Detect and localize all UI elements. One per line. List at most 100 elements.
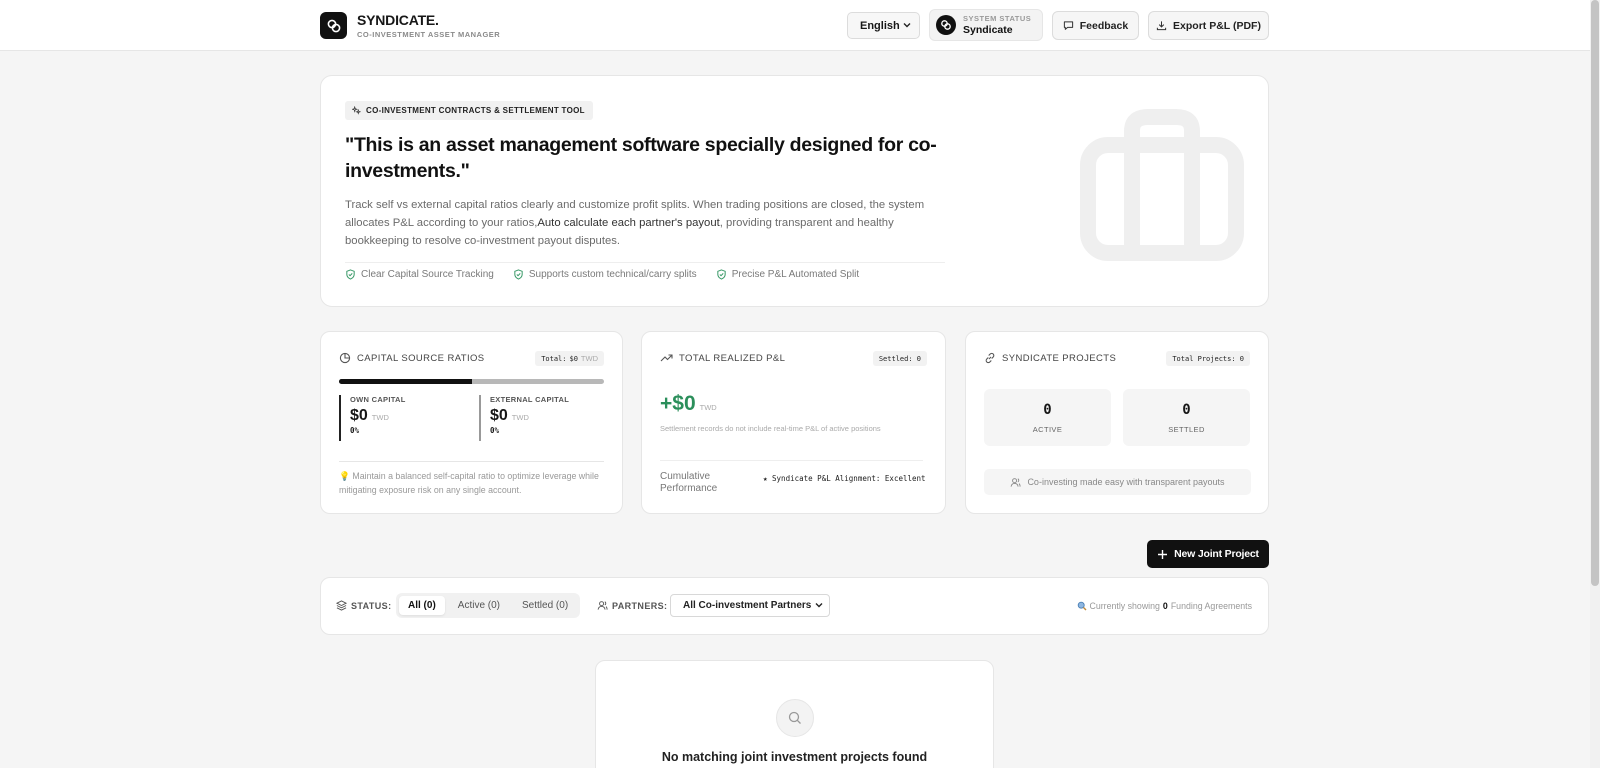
new-joint-project-button[interactable]: New Joint Project [1147, 540, 1269, 568]
card-title: TOTAL REALIZED P&L [660, 352, 785, 364]
users-icon [597, 601, 608, 610]
active-label: ACTIVE [1032, 425, 1063, 434]
briefcase-icon [1080, 109, 1244, 261]
pnl-value: +$0 TWD [660, 392, 717, 416]
external-capital-label: EXTERNAL CAPITAL [490, 395, 570, 404]
external-capital-pct: 0% [490, 426, 500, 435]
active-count: 0 [1043, 402, 1052, 418]
showing-count: Currently showing 0 Funding Agreements [1077, 601, 1252, 611]
trending-up-icon [660, 354, 673, 362]
brand-name: SYNDICATE. [357, 12, 439, 28]
scrollbar-thumb[interactable] [1591, 0, 1599, 586]
filter-bar: STATUS: All (0) Active (0) Settled (0) P… [320, 577, 1269, 635]
pnl-note: Settlement records do not include real-t… [660, 424, 881, 433]
feature-label: Precise P&L Automated Split [731, 269, 860, 280]
partner-select[interactable]: All Co-investment Partners [670, 594, 830, 617]
pnl-unit: TWD [699, 403, 717, 412]
external-capital: EXTERNAL CAPITAL $0 TWD 0% [479, 395, 569, 441]
own-capital-label: OWN CAPITAL [350, 395, 406, 404]
language-select[interactable]: English [847, 12, 920, 39]
external-capital-value: $0 [490, 407, 508, 424]
total-unit: TWD [580, 354, 598, 363]
feature-item: Clear Capital Source Tracking [345, 269, 494, 280]
tab-all[interactable]: All (0) [399, 596, 445, 615]
chevron-down-icon [903, 23, 911, 28]
language-value: English [860, 19, 900, 32]
hero-features: Clear Capital Source Tracking Supports c… [345, 269, 859, 280]
projects-title: SYNDICATE PROJECTS [1002, 352, 1117, 364]
syndicate-projects-card: SYNDICATE PROJECTS Total Projects: 0 0 A… [965, 331, 1269, 514]
hero-panel: CO-INVESTMENT CONTRACTS & SETTLEMENT TOO… [320, 75, 1269, 307]
feature-label: Supports custom technical/carry splits [528, 269, 697, 280]
plus-icon [1158, 549, 1168, 559]
performance-label: Cumulative Performance [660, 471, 718, 494]
shield-check-icon [717, 269, 726, 280]
own-capital: OWN CAPITAL $0 TWD 0% [339, 395, 406, 441]
system-status: SYSTEM STATUS Syndicate [929, 9, 1043, 41]
export-pdf-button[interactable]: Export P&L (PDF) [1148, 11, 1269, 40]
total-value: $0 [569, 354, 578, 363]
hero-description: Track self vs external capital ratios cl… [345, 196, 945, 250]
pie-chart-icon [339, 352, 351, 364]
settled-label: SETTLED [1168, 425, 1205, 434]
layers-icon [336, 600, 347, 611]
scrollbar[interactable] [1590, 0, 1600, 768]
chevron-down-icon [815, 603, 823, 608]
export-label: Export P&L (PDF) [1173, 19, 1261, 32]
total-label: Total: [541, 354, 567, 363]
empty-state: No matching joint investment projects fo… [595, 660, 994, 768]
settled-pill: Settled: 0 [872, 351, 927, 366]
partners-label-text: PARTNERS: [612, 600, 668, 611]
shield-check-icon [514, 269, 523, 280]
projects-footer: Co-investing made easy with transparent … [984, 469, 1251, 495]
search-icon [776, 699, 814, 737]
hero-badge: CO-INVESTMENT CONTRACTS & SETTLEMENT TOO… [345, 101, 593, 120]
divider [345, 262, 945, 263]
sparkle-icon [352, 106, 361, 115]
divider [339, 461, 604, 462]
showing-prefix: Currently showing [1089, 601, 1160, 611]
hero-title: "This is an asset management software sp… [345, 134, 937, 182]
total-projects-pill: Total Projects: 0 [1166, 351, 1250, 366]
system-status-value: Syndicate [963, 24, 1013, 36]
capital-tip: 💡 Maintain a balanced self-capital ratio… [339, 471, 599, 495]
status-filter-label: STATUS: [336, 600, 391, 611]
brand[interactable]: SYNDICATE. CO-INVESTMENT ASSET MANAGER [320, 12, 500, 39]
capital-ratio-fill [339, 379, 472, 384]
search-icon [1077, 601, 1086, 611]
status-label-text: STATUS: [351, 600, 392, 611]
hero-badge-text: CO-INVESTMENT CONTRACTS & SETTLEMENT TOO… [366, 106, 585, 115]
divider [660, 460, 923, 461]
shield-check-icon [346, 269, 355, 280]
capital-ratio-bar [339, 379, 604, 384]
link-logo-icon [320, 12, 347, 39]
pnl-amount: +$0 [660, 392, 696, 415]
partners-filter-label: PARTNERS: [597, 600, 667, 611]
active-stat: 0 ACTIVE [984, 389, 1111, 446]
own-capital-pct: 0% [350, 426, 360, 435]
performance-value: ★ Syndicate P&L Alignment: Excellent [763, 474, 926, 483]
new-project-label: New Joint Project [1174, 548, 1259, 560]
system-status-label: SYSTEM STATUS [963, 14, 1032, 23]
link-icon [985, 352, 995, 364]
message-icon [1063, 21, 1073, 30]
own-capital-value: $0 [350, 407, 368, 424]
total-pill: Total: $0 TWD [535, 351, 604, 366]
own-capital-unit: TWD [371, 413, 389, 422]
partner-select-value: All Co-investment Partners [683, 600, 812, 611]
showing-suffix: Funding Agreements [1170, 601, 1252, 611]
brand-subtitle: CO-INVESTMENT ASSET MANAGER [357, 30, 501, 39]
tab-active[interactable]: Active (0) [449, 596, 509, 615]
feature-item: Precise P&L Automated Split [716, 269, 859, 280]
feature-label: Clear Capital Source Tracking [361, 269, 494, 280]
feedback-button[interactable]: Feedback [1052, 11, 1139, 40]
projects-footer-text: Co-investing made easy with transparent … [1027, 477, 1225, 487]
status-tabs: All (0) Active (0) Settled (0) [396, 593, 581, 618]
tab-settled[interactable]: Settled (0) [513, 596, 577, 615]
external-capital-unit: TWD [511, 413, 529, 422]
top-bar: SYNDICATE. CO-INVESTMENT ASSET MANAGER E… [0, 0, 1590, 51]
link-logo-icon [936, 15, 956, 35]
users-icon [1011, 477, 1021, 487]
feature-item: Supports custom technical/carry splits [513, 269, 697, 280]
settled-stat: 0 SETTLED [1123, 389, 1250, 446]
